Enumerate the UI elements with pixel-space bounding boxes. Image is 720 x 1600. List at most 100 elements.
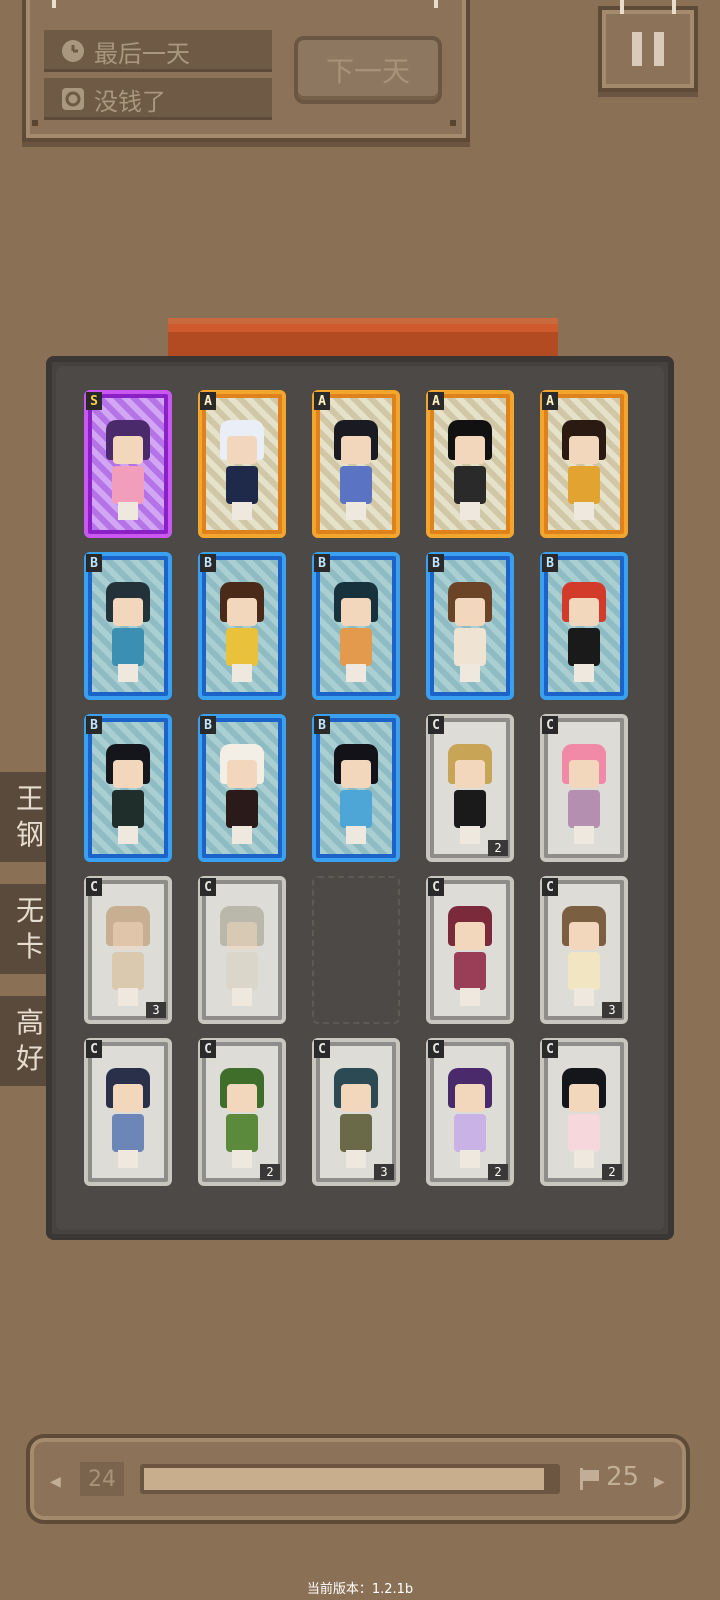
character-outfit <box>568 952 600 990</box>
character-card[interactable]: C <box>84 1038 172 1186</box>
card-art <box>206 398 278 530</box>
character-face <box>341 598 371 626</box>
character-legs <box>460 1150 480 1168</box>
panel-hanger <box>672 0 676 14</box>
character-card[interactable]: B <box>426 552 514 700</box>
character-card[interactable]: B <box>84 714 172 862</box>
card-art <box>548 398 620 530</box>
side-tab-label: 无 <box>15 894 44 927</box>
character-outfit <box>454 790 486 828</box>
character-card[interactable]: C3 <box>540 876 628 1024</box>
character-face <box>227 922 257 950</box>
character-legs <box>574 988 594 1006</box>
character-outfit <box>226 952 258 990</box>
status-panel: 最后一天 没钱了 下一天 <box>22 0 470 142</box>
rarity-badge: B <box>428 554 444 572</box>
character-card[interactable]: A <box>426 390 514 538</box>
character-face <box>569 1084 599 1112</box>
character-outfit <box>226 628 258 666</box>
card-art <box>434 398 506 530</box>
character-card[interactable]: B <box>84 552 172 700</box>
character-legs <box>574 1150 594 1168</box>
character-face <box>113 1084 143 1112</box>
character-card[interactable]: B <box>198 552 286 700</box>
rarity-badge: B <box>86 716 102 734</box>
character-card[interactable]: C2 <box>426 714 514 862</box>
pause-button[interactable] <box>598 0 698 92</box>
character-outfit <box>112 952 144 990</box>
character-card[interactable]: C <box>426 876 514 1024</box>
card-count-badge: 2 <box>488 1164 508 1180</box>
character-outfit <box>454 628 486 666</box>
character-face <box>227 1084 257 1112</box>
rarity-badge: C <box>200 1040 216 1058</box>
card-art <box>548 1046 620 1178</box>
panel-hanger <box>434 0 438 8</box>
character-face <box>113 922 143 950</box>
rivet <box>32 120 38 126</box>
card-art <box>434 722 506 854</box>
character-face <box>455 598 485 626</box>
character-legs <box>460 664 480 682</box>
rarity-badge: C <box>542 1040 558 1058</box>
side-tab-2[interactable]: 无 卡 <box>0 884 46 974</box>
character-outfit <box>112 466 144 504</box>
character-face <box>569 760 599 788</box>
character-card[interactable]: C <box>198 876 286 1024</box>
character-card[interactable]: C2 <box>198 1038 286 1186</box>
card-art <box>434 560 506 692</box>
side-tab-3[interactable]: 高 好 <box>0 996 46 1086</box>
level-progress-fill <box>144 1468 544 1490</box>
rivet <box>450 120 456 126</box>
character-face <box>455 436 485 464</box>
character-card[interactable]: A <box>540 390 628 538</box>
rarity-badge: C <box>428 1040 444 1058</box>
character-legs <box>574 664 594 682</box>
flag-icon <box>580 1468 600 1490</box>
card-art <box>548 722 620 854</box>
character-legs <box>346 1150 366 1168</box>
rarity-badge: C <box>86 878 102 896</box>
character-card[interactable]: C2 <box>540 1038 628 1186</box>
side-tab-label: 卡 <box>15 930 44 963</box>
card-count-badge: 2 <box>488 840 508 856</box>
character-card[interactable]: B <box>312 552 400 700</box>
character-card[interactable]: A <box>312 390 400 538</box>
character-card[interactable]: C3 <box>312 1038 400 1186</box>
level-progress-panel: ◀ 24 25 ▶ <box>26 1434 690 1524</box>
side-tab-1[interactable]: 王 钢 <box>0 772 46 862</box>
character-outfit <box>340 628 372 666</box>
character-outfit <box>226 466 258 504</box>
card-art <box>92 884 164 1016</box>
character-legs <box>232 826 252 844</box>
character-face <box>227 436 257 464</box>
day-status-row: 最后一天 <box>44 30 272 72</box>
next-day-button[interactable]: 下一天 <box>294 36 442 104</box>
character-face <box>455 922 485 950</box>
rarity-badge: C <box>314 1040 330 1058</box>
rarity-badge: C <box>428 878 444 896</box>
character-card[interactable]: B <box>540 552 628 700</box>
character-legs <box>118 1150 138 1168</box>
character-card[interactable]: C3 <box>84 876 172 1024</box>
character-legs <box>460 826 480 844</box>
character-card[interactable]: C2 <box>426 1038 514 1186</box>
card-count-badge: 3 <box>374 1164 394 1180</box>
card-count-badge: 2 <box>602 1164 622 1180</box>
character-card[interactable]: C <box>540 714 628 862</box>
character-face <box>341 760 371 788</box>
character-card[interactable]: S <box>84 390 172 538</box>
character-legs <box>118 664 138 682</box>
rarity-badge: A <box>542 392 558 410</box>
character-outfit <box>568 1114 600 1152</box>
character-card[interactable]: B <box>198 714 286 862</box>
card-art <box>548 884 620 1016</box>
character-card[interactable]: B <box>312 714 400 862</box>
side-tab-label: 好 <box>15 1042 44 1075</box>
card-art <box>206 884 278 1016</box>
character-legs <box>232 988 252 1006</box>
card-art <box>206 722 278 854</box>
character-card[interactable]: A <box>198 390 286 538</box>
rarity-badge: B <box>200 554 216 572</box>
character-face <box>455 760 485 788</box>
